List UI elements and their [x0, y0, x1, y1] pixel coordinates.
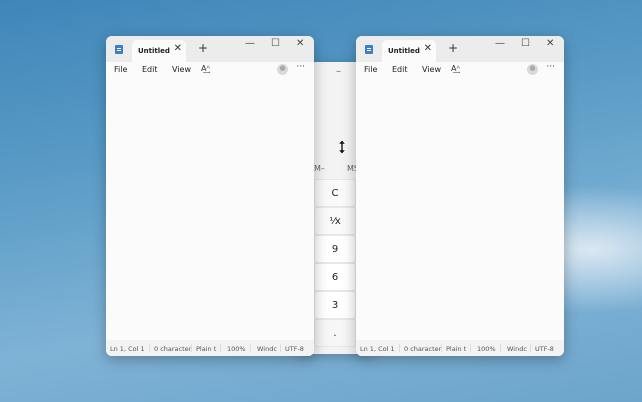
menu-view[interactable]: View: [172, 65, 191, 74]
minimize-button[interactable]: —: [245, 38, 255, 49]
clear-button[interactable]: C: [314, 179, 356, 207]
menu-file[interactable]: File: [364, 65, 377, 74]
status-position: Ln 1, Col 1: [110, 345, 145, 353]
notepad-app-icon: [365, 45, 373, 54]
notepad-window-right: Untitled ✕ + — ☐ ✕ File Edit View A͢ᴬ ··…: [356, 36, 564, 356]
status-position: Ln 1, Col 1: [360, 345, 395, 353]
divider: [470, 344, 471, 352]
avatar[interactable]: [527, 64, 538, 75]
more-options-icon[interactable]: ···: [546, 62, 555, 72]
menu-bar: File Edit View A͢ᴬ ···: [356, 62, 564, 78]
title-bar[interactable]: Untitled ✕ + — ☐ ✕: [356, 36, 564, 62]
tab-untitled[interactable]: Untitled ✕: [132, 40, 186, 62]
divider: [220, 344, 221, 352]
reciprocal-button[interactable]: ⅟x: [314, 207, 356, 235]
divider: [280, 344, 281, 352]
new-tab-button[interactable]: +: [198, 41, 208, 55]
status-zoom[interactable]: 100%: [477, 345, 496, 353]
status-zoom[interactable]: 100%: [227, 345, 246, 353]
status-file-type: Plain t: [196, 345, 217, 353]
minimize-button[interactable]: —: [495, 38, 505, 49]
divider: [530, 344, 531, 352]
title-bar[interactable]: Untitled ✕ + — ☐ ✕: [106, 36, 314, 62]
status-encoding: UTF-8: [535, 345, 554, 353]
maximize-button[interactable]: ☐: [521, 38, 530, 49]
decimal-button[interactable]: .: [314, 319, 356, 347]
status-file-type: Plain t: [446, 345, 467, 353]
tab-close-icon[interactable]: ✕: [424, 43, 432, 54]
divider: [250, 344, 251, 352]
menu-edit[interactable]: Edit: [392, 65, 408, 74]
avatar[interactable]: [277, 64, 288, 75]
vertical-resize-cursor-icon: [338, 140, 346, 154]
maximize-button[interactable]: ☐: [271, 38, 280, 49]
more-options-icon[interactable]: ···: [296, 62, 305, 72]
divider: [149, 344, 150, 352]
menu-edit[interactable]: Edit: [142, 65, 158, 74]
divider: [441, 344, 442, 352]
menu-bar: File Edit View A͢ᴬ ···: [106, 62, 314, 78]
new-tab-button[interactable]: +: [448, 41, 458, 55]
notepad-app-icon: [115, 45, 123, 54]
memory-subtract-button[interactable]: M–: [314, 164, 325, 173]
status-bar: Ln 1, Col 1 0 character Plain t 100% Win…: [106, 340, 314, 356]
tab-title: Untitled: [388, 47, 420, 55]
status-bar: Ln 1, Col 1 0 character Plain t 100% Win…: [356, 340, 564, 356]
close-button[interactable]: ✕: [546, 38, 554, 49]
menu-view[interactable]: View: [422, 65, 441, 74]
status-encoding: UTF-8: [285, 345, 304, 353]
text-editor[interactable]: [106, 78, 314, 340]
status-line-ending: Windc: [257, 345, 277, 353]
format-icon[interactable]: A͢ᴬ: [451, 64, 460, 73]
divider: [399, 344, 400, 352]
status-characters: 0 character: [154, 345, 192, 353]
digit-3-button[interactable]: 3: [314, 291, 356, 319]
calculator-minimize-button[interactable]: –: [336, 66, 341, 77]
status-line-ending: Windc: [507, 345, 527, 353]
digit-9-button[interactable]: 9: [314, 235, 356, 263]
notepad-window-left: Untitled ✕ + — ☐ ✕ File Edit View A͢ᴬ ··…: [106, 36, 314, 356]
tab-untitled[interactable]: Untitled ✕: [382, 40, 436, 62]
text-editor[interactable]: [356, 78, 564, 340]
status-characters: 0 character: [404, 345, 442, 353]
menu-file[interactable]: File: [114, 65, 127, 74]
tab-close-icon[interactable]: ✕: [174, 43, 182, 54]
tab-title: Untitled: [138, 47, 170, 55]
divider: [500, 344, 501, 352]
format-icon[interactable]: A͢ᴬ: [201, 64, 210, 73]
digit-6-button[interactable]: 6: [314, 263, 356, 291]
divider: [191, 344, 192, 352]
close-button[interactable]: ✕: [296, 38, 304, 49]
